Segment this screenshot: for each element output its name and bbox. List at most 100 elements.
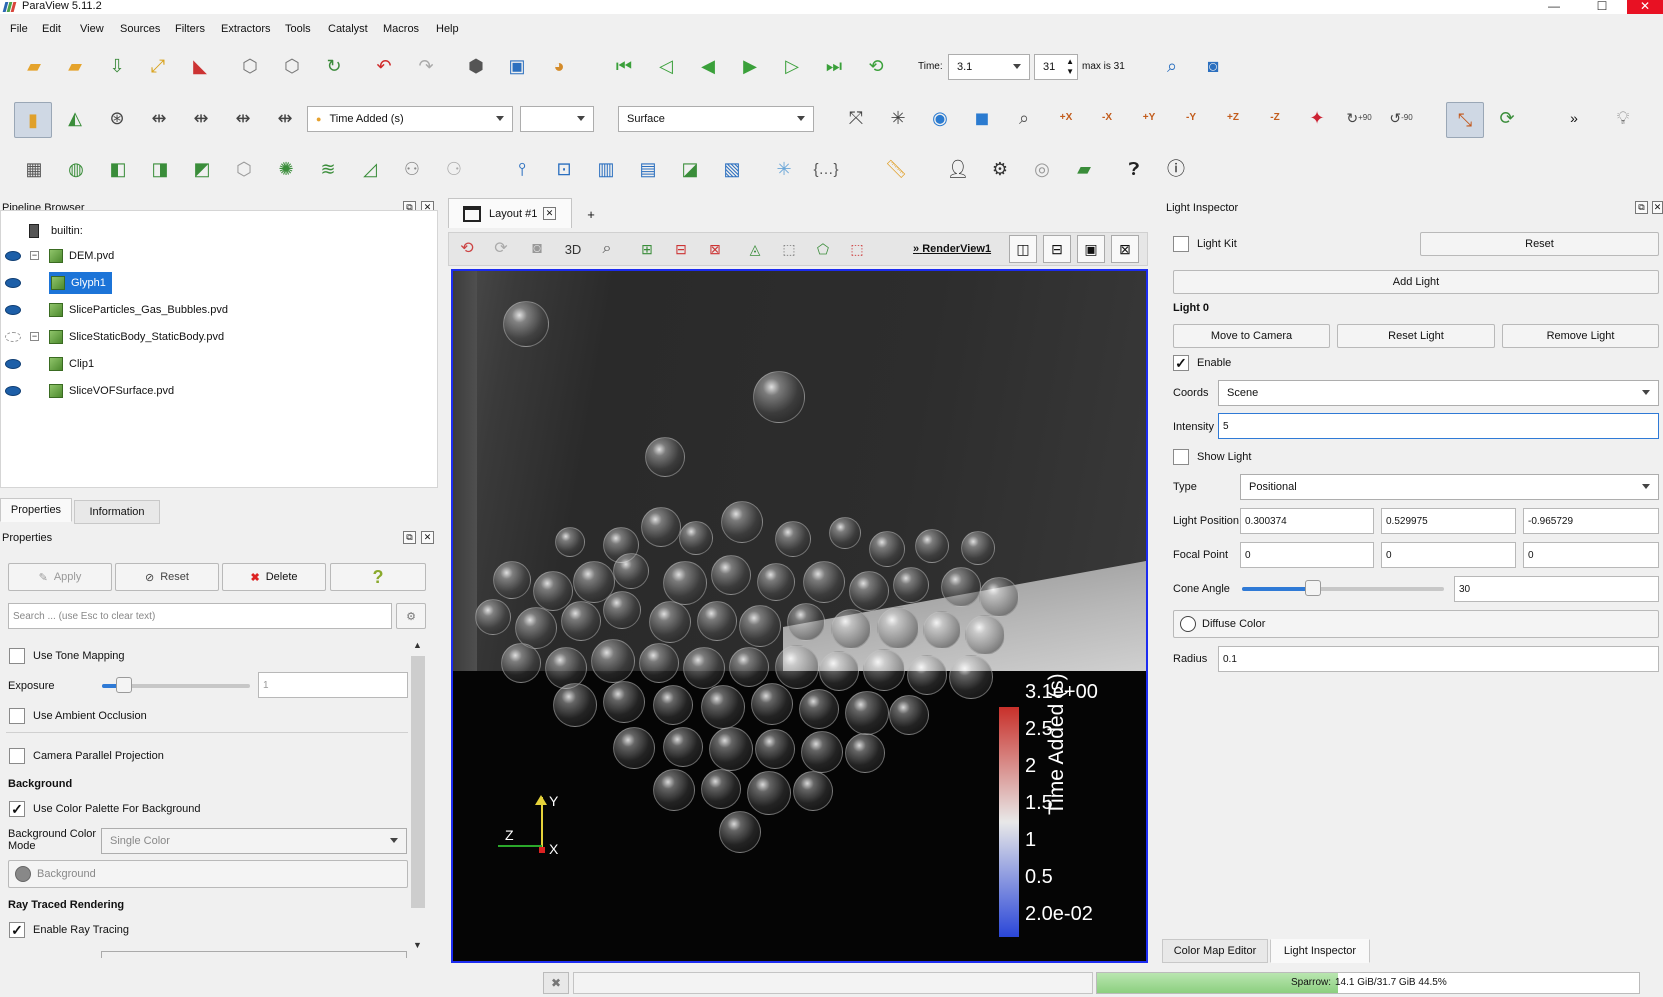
edit-color-map-icon[interactable]: ◭ xyxy=(61,104,89,132)
light-kit-checkbox[interactable] xyxy=(1173,236,1189,252)
help-icon[interactable]: ❓︎ xyxy=(1120,155,1148,183)
last-frame-icon[interactable]: ⏭ xyxy=(820,52,848,80)
reset-camera-icon[interactable]: ⤧ xyxy=(842,104,870,132)
render-view[interactable]: 3.1e+00 2.5 2 1.5 1 0.5 2.0e-02 Time Added (s)… xyxy=(451,269,1148,963)
eye-icon[interactable] xyxy=(5,278,21,288)
histogram-icon[interactable]: ▥ xyxy=(592,155,620,183)
pipeline-item[interactable]: − SliceStaticBody_StaticBody.pvd xyxy=(1,326,437,348)
capture-view-icon[interactable]: ⟲ xyxy=(453,235,481,263)
render-view-name[interactable]: » RenderView1 xyxy=(913,243,991,255)
recent-files-icon[interactable]: ▰ xyxy=(61,52,89,80)
exposure-slider-knob[interactable] xyxy=(116,677,132,693)
light-type-combo[interactable]: Positional xyxy=(1240,474,1659,500)
intensity-input[interactable]: 5 xyxy=(1218,413,1659,439)
move-to-camera-button[interactable]: Move to Camera xyxy=(1173,324,1330,348)
group-datasets-icon[interactable]: ⚇ xyxy=(398,155,426,183)
exposure-slider[interactable] xyxy=(102,677,250,693)
clear-output-icon[interactable]: ✖ xyxy=(543,972,569,994)
time-index-spinbox[interactable]: 31 ▲ ▼ xyxy=(1034,54,1078,80)
menu-help[interactable]: Help xyxy=(436,23,459,35)
float-panel-icon[interactable]: ⧉ xyxy=(1635,201,1648,214)
close-panel-icon[interactable]: ✕ xyxy=(1652,201,1663,214)
reset-range-icon[interactable]: ⊛ xyxy=(103,104,131,132)
isometric-view-icon[interactable]: ✦ xyxy=(1303,104,1331,132)
exposure-input[interactable]: 1 xyxy=(258,672,408,698)
info-icon[interactable]: ⓘ xyxy=(1162,155,1190,183)
rotate-cw-button[interactable]: ↻ +90 xyxy=(1345,104,1373,132)
toggle-color-legend-icon[interactable]: ▮ xyxy=(14,102,52,138)
terminal-icon[interactable]: ▰ xyxy=(1070,155,1098,183)
properties-search-input[interactable]: Search ... (use Esc to clear text) xyxy=(8,603,392,629)
zoom-to-data-icon[interactable]: ◉ xyxy=(926,104,954,132)
pipeline-item[interactable]: SliceParticles_Gas_Bubbles.pvd xyxy=(1,299,437,321)
probe-icon[interactable]: ⫯ xyxy=(508,155,536,183)
select-blocks-icon[interactable]: ⬚ xyxy=(775,235,803,263)
use-color-palette-checkbox[interactable]: ✓ xyxy=(9,801,25,817)
show-light-checkbox[interactable] xyxy=(1173,449,1189,465)
view-minus-z-button[interactable]: -Z xyxy=(1261,104,1289,132)
spreadsheet-icon[interactable]: ▣ xyxy=(503,52,531,80)
close-window-button[interactable]: ✕ xyxy=(1627,0,1663,14)
pipeline-root[interactable]: builtin: xyxy=(29,220,83,242)
cone-angle-slider[interactable] xyxy=(1242,580,1444,596)
open-file-icon[interactable]: ▰ xyxy=(20,52,48,80)
color-by-combo[interactable]: ● Time Added (s) xyxy=(307,106,513,132)
rescale-visible-range-icon[interactable]: ⇹ xyxy=(229,104,257,132)
eye-icon[interactable] xyxy=(5,305,21,315)
rescale-custom-visible-icon[interactable]: ⇹ xyxy=(271,104,299,132)
interactive-zoom-icon[interactable]: ⌕ xyxy=(593,235,621,263)
apply-button[interactable]: ✎ Apply xyxy=(8,563,112,591)
select-cells-on-icon[interactable]: ⊞ xyxy=(633,235,661,263)
contour-icon[interactable]: ◍ xyxy=(62,155,90,183)
gear-icon[interactable]: ⚙ xyxy=(986,155,1014,183)
coords-combo[interactable]: Scene xyxy=(1218,380,1659,406)
view-minus-y-button[interactable]: -Y xyxy=(1177,104,1205,132)
plot-over-line-icon[interactable]: ⊡ xyxy=(550,155,578,183)
light-position-z-input[interactable]: -0.965729 xyxy=(1523,508,1659,534)
rescale-temporal-range-icon[interactable]: ⇹ xyxy=(187,104,215,132)
more-tools-button[interactable]: » xyxy=(1560,104,1588,132)
glyph-icon[interactable]: ✺ xyxy=(272,155,300,183)
background-color-button[interactable]: Background xyxy=(8,860,408,888)
camera-settings-icon[interactable]: ◎ xyxy=(1028,155,1056,183)
menu-view[interactable]: View xyxy=(80,23,104,35)
maximize-button[interactable]: ☐ xyxy=(1579,0,1625,14)
zoom-closest-icon[interactable]: ◼ xyxy=(968,104,996,132)
view-camera-icon[interactable]: ⟳ xyxy=(487,235,515,263)
scroll-down-icon[interactable]: ▼ xyxy=(413,940,422,950)
layout-tab[interactable]: Layout #1 ✕ xyxy=(448,198,572,228)
close-tab-icon[interactable]: ✕ xyxy=(543,207,556,220)
float-panel-icon[interactable]: ⧉ xyxy=(403,531,416,544)
focal-point-x-input[interactable]: 0 xyxy=(1240,542,1374,568)
pipeline-item[interactable]: SliceVOFSurface.pvd xyxy=(1,380,437,402)
menu-edit[interactable]: Edit xyxy=(42,23,61,35)
pipeline-item[interactable]: Clip1 xyxy=(1,353,437,375)
minimize-button[interactable]: — xyxy=(1531,0,1577,14)
find-data-icon[interactable]: ⬢ xyxy=(462,52,490,80)
reset-button[interactable]: ⊘ Reset xyxy=(115,563,219,591)
user-icon[interactable]: 👤︎ xyxy=(944,155,972,183)
view-plus-z-button[interactable]: +Z xyxy=(1219,104,1247,132)
maximize-view-icon[interactable]: ▣ xyxy=(1077,235,1105,263)
previous-frame-icon[interactable]: ◁ xyxy=(652,52,680,80)
loop-icon[interactable]: ⟲ xyxy=(862,52,890,80)
screenshot-icon[interactable]: ◙ xyxy=(523,235,551,263)
zoom-to-data-icon[interactable]: ⌕ xyxy=(1158,52,1186,80)
rotate-ccw-button[interactable]: ↺ -90 xyxy=(1387,104,1415,132)
properties-scrollbar[interactable]: ▲ ▼ xyxy=(410,638,426,956)
light-position-y-input[interactable]: 0.529975 xyxy=(1381,508,1516,534)
warp-by-vector-icon[interactable]: ◿ xyxy=(356,155,384,183)
rescale-custom-range-icon[interactable]: ⇹ xyxy=(145,104,173,132)
menu-file[interactable]: File xyxy=(10,23,28,35)
undo-icon[interactable]: ↶ xyxy=(370,52,398,80)
view-plus-y-button[interactable]: +Y xyxy=(1135,104,1163,132)
representation-combo[interactable]: Surface xyxy=(618,106,814,132)
component-combo[interactable] xyxy=(520,106,594,132)
time-value-combo[interactable]: 3.1 xyxy=(948,54,1030,80)
menu-catalyst[interactable]: Catalyst xyxy=(328,23,368,35)
clip-icon[interactable]: ◧ xyxy=(104,155,132,183)
help-button[interactable]: ? xyxy=(330,563,426,591)
menu-tools[interactable]: Tools xyxy=(285,23,311,35)
interactive-select-icon[interactable]: ⬠ xyxy=(809,235,837,263)
lightbulb-icon[interactable]: 💡︎ xyxy=(1609,104,1637,132)
